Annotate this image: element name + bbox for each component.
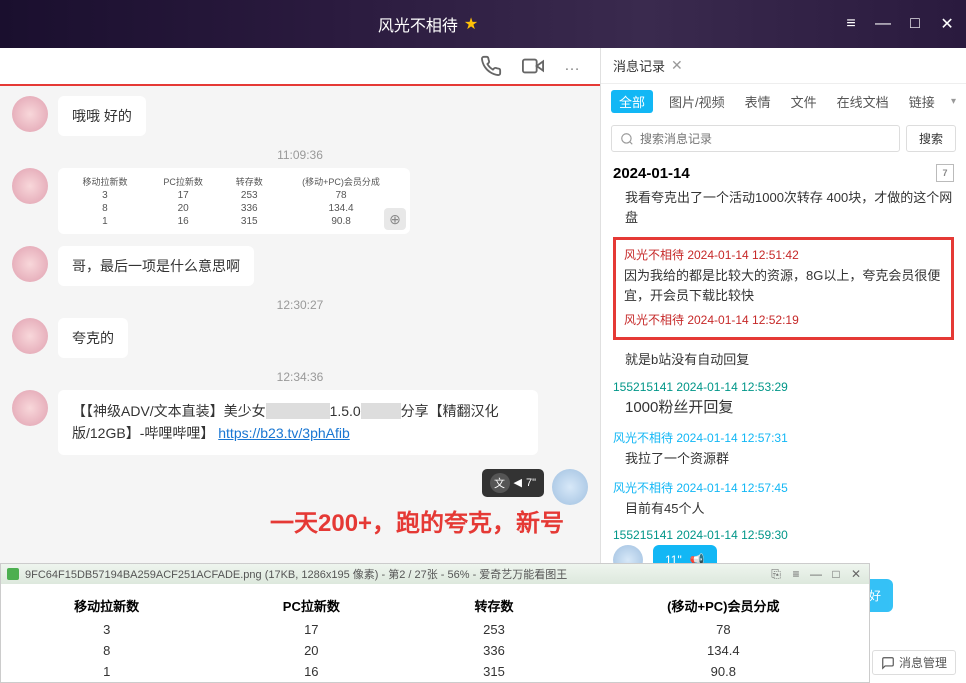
search-icon: [620, 132, 634, 146]
avatar[interactable]: [12, 246, 48, 282]
translate-icon: 文: [490, 473, 510, 493]
menu-icon[interactable]: ≡: [789, 567, 803, 581]
history-title: 消息记录: [613, 56, 665, 75]
tab-sticker[interactable]: 表情: [741, 90, 775, 113]
tab-link[interactable]: 链接: [905, 90, 939, 113]
maximize-icon[interactable]: □: [829, 567, 843, 581]
history-sender: 155215141 2024-01-14 12:53:29: [613, 380, 954, 394]
timestamp: 11:09:36: [12, 148, 588, 162]
table-row: 820336134.4: [1, 640, 869, 661]
video-call-icon[interactable]: [522, 55, 544, 77]
more-icon[interactable]: …: [564, 57, 580, 75]
history-text: 目前有45个人: [613, 499, 954, 519]
highlighted-box: 风光不相待 2024-01-14 12:51:42 因为我给的都是比较大的资源，…: [613, 237, 954, 340]
window-title: 风光不相待 ★: [378, 12, 478, 36]
search-button[interactable]: 搜索: [906, 125, 956, 152]
search-input[interactable]: [640, 132, 891, 146]
calendar-icon[interactable]: 7: [936, 164, 954, 182]
search-box[interactable]: [611, 125, 900, 152]
close-icon[interactable]: ✕: [849, 567, 863, 581]
tab-media[interactable]: 图片/视频: [665, 90, 729, 113]
pin-icon[interactable]: ⎘: [769, 567, 783, 582]
avatar[interactable]: [12, 390, 48, 426]
history-text: 因为我给的都是比较大的资源，8G以上，夸克会员很便宜，开会员下载比较快: [624, 266, 943, 305]
history-text: 我拉了一个资源群: [613, 449, 954, 469]
history-sender: 风光不相待 2024-01-14 12:52:19: [624, 311, 943, 328]
titlebar: 风光不相待 ★ ≡ — □ ✕: [0, 0, 966, 48]
close-history-icon[interactable]: ✕: [671, 57, 683, 74]
star-icon: ★: [464, 14, 478, 34]
avatar[interactable]: [12, 168, 48, 204]
zoom-icon[interactable]: ⊕: [384, 208, 406, 230]
history-sender: 风光不相待 2024-01-14 12:51:42: [624, 246, 943, 263]
message-bubble: 夸克的: [58, 318, 128, 358]
call-bar: …: [0, 48, 600, 86]
message-bubble: 【【神级ADV/文本直装】美少女 1.5.0 分享【精翻汉化版/12GB】-哔哩…: [58, 390, 538, 455]
close-icon[interactable]: ✕: [940, 17, 954, 31]
minimize-icon[interactable]: —: [809, 567, 823, 581]
avatar[interactable]: [552, 469, 588, 505]
maximize-icon[interactable]: □: [908, 17, 922, 31]
history-sender: 风光不相待 2024-01-14 12:57:45: [613, 479, 954, 496]
timestamp: 12:30:27: [12, 298, 588, 312]
date-header: 2024-01-14: [613, 165, 690, 182]
history-sender: 155215141 2024-01-14 12:59:30: [613, 528, 954, 542]
annotation-overlay: 一天200+，跑的夸克，新号: [270, 503, 564, 538]
history-tabs: 全部 图片/视频 表情 文件 在线文档 链接 ▾: [601, 84, 966, 119]
viewer-titlebar[interactable]: 9FC64F15DB57194BA259ACF251ACFADE.png (17…: [1, 564, 869, 584]
avatar[interactable]: [12, 318, 48, 354]
app-icon: [7, 568, 19, 580]
viewer-title: 9FC64F15DB57194BA259ACF251ACFADE.png (17…: [25, 566, 567, 582]
history-sender: 风光不相待 2024-01-14 12:57:31: [613, 429, 954, 446]
message-bubble: 哥，最后一项是什么意思啊: [58, 246, 254, 286]
image-bubble[interactable]: 移动拉新数PC拉新数转存数(移动+PC)会员分成 31725378 820336…: [58, 168, 410, 234]
tab-all[interactable]: 全部: [611, 90, 653, 113]
message-list: 哦哦 好的 11:09:36 移动拉新数PC拉新数转存数(移动+PC)会员分成 …: [0, 86, 600, 645]
message-bubble: 哦哦 好的: [58, 96, 146, 136]
shared-link[interactable]: https://b23.tv/3phAfib: [218, 425, 350, 441]
settings-icon[interactable]: ≡: [844, 17, 858, 31]
tab-docs[interactable]: 在线文档: [833, 90, 893, 113]
history-text: 就是b站没有自动回复: [613, 350, 954, 370]
chevron-down-icon[interactable]: ▾: [951, 96, 956, 107]
tab-file[interactable]: 文件: [787, 90, 821, 113]
table-row: 31725378: [1, 619, 869, 640]
voice-call-icon[interactable]: [480, 55, 502, 77]
message-management-button[interactable]: 消息管理: [872, 650, 956, 675]
timestamp: 12:34:36: [12, 370, 588, 384]
history-text: 1000粉丝开回复: [613, 397, 954, 420]
chat-icon: [881, 656, 895, 670]
image-viewer-window: 9FC64F15DB57194BA259ACF251ACFADE.png (17…: [0, 563, 870, 683]
minimize-icon[interactable]: —: [876, 17, 890, 31]
table-row: 11631590.8: [1, 661, 869, 682]
history-text: 我看夸克出了一个活动1000次转存 400块，才做的这个网盘: [613, 188, 954, 227]
voice-msg-widget[interactable]: 文 ◀ 7": [482, 469, 545, 497]
avatar[interactable]: [12, 96, 48, 132]
data-table: 移动拉新数PC拉新数转存数(移动+PC)会员分成 31725378 820336…: [1, 592, 869, 682]
